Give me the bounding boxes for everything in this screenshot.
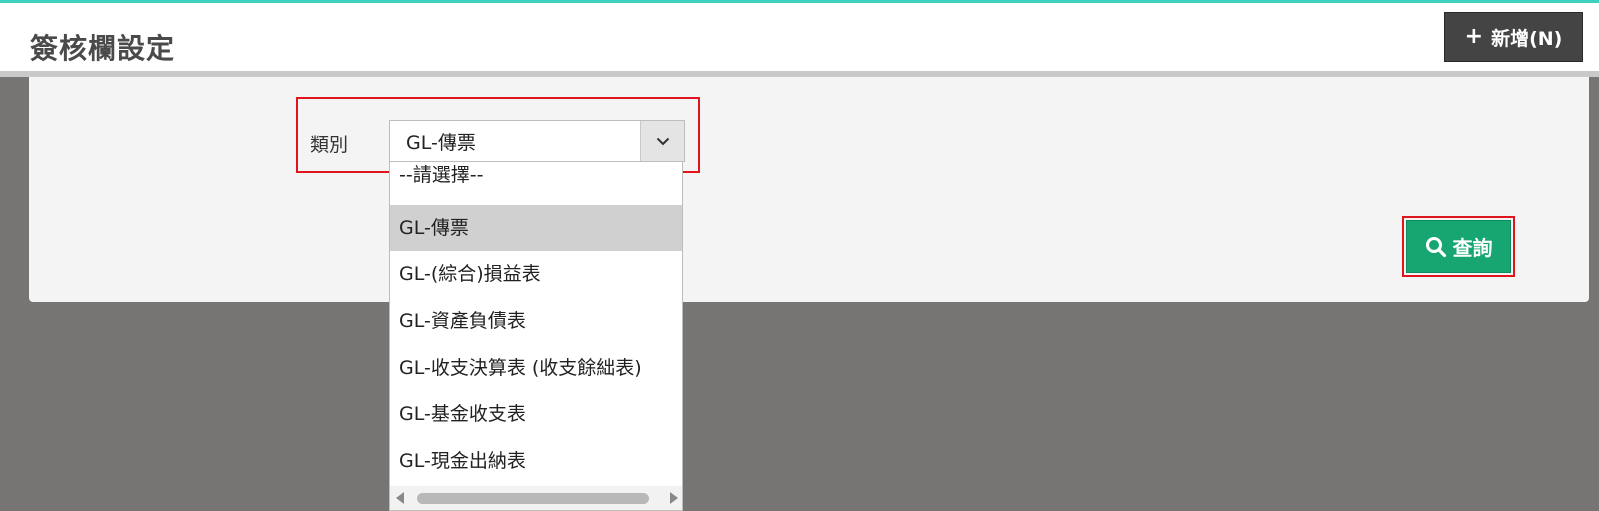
add-button[interactable]: + 新增(N)	[1444, 12, 1583, 62]
scrollbar-thumb[interactable]	[417, 493, 649, 504]
scroll-left-arrow-icon[interactable]	[396, 492, 404, 504]
category-select[interactable]: GL-傳票	[389, 120, 685, 162]
chevron-down-icon[interactable]	[640, 121, 684, 161]
dropdown-option-fund-statement[interactable]: GL-基金收支表	[390, 391, 682, 437]
category-select-value: GL-傳票	[406, 132, 476, 154]
dropdown-option-placeholder[interactable]: --請選擇--	[390, 162, 682, 192]
query-button-label: 查詢	[1452, 236, 1493, 260]
add-button-label: 新增(N)	[1491, 27, 1563, 50]
page-title: 簽核欄設定	[30, 32, 176, 65]
dropdown-option-voucher[interactable]: GL-傳票	[390, 205, 682, 251]
page-header: 簽核欄設定 + 新增(N)	[0, 3, 1599, 71]
dropdown-option-income-statement[interactable]: GL-(綜合)損益表	[390, 251, 682, 297]
category-label: 類別	[310, 134, 349, 156]
dropdown-option-revenue-expense-statement[interactable]: GL-收支決算表 (收支餘絀表)	[390, 345, 682, 391]
query-button[interactable]: 查詢	[1406, 220, 1511, 273]
category-dropdown-list: --請選擇-- GL-傳票 GL-(綜合)損益表 GL-資產負債表 GL-收支決…	[389, 162, 683, 511]
dropdown-horizontal-scrollbar[interactable]	[390, 486, 682, 510]
dropdown-option-balance-sheet[interactable]: GL-資產負債表	[390, 298, 682, 344]
dropdown-option-cash-statement[interactable]: GL-現金出納表	[390, 438, 682, 484]
plus-icon: +	[1464, 24, 1484, 49]
search-icon	[1425, 236, 1446, 257]
scroll-right-arrow-icon[interactable]	[670, 492, 678, 504]
filter-panel	[29, 77, 1589, 302]
